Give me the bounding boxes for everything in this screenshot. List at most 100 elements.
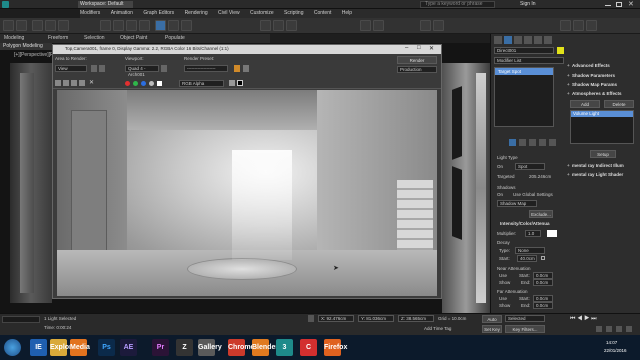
maxscript-listener[interactable] <box>2 316 40 323</box>
window-close-icon[interactable]: ✕ <box>628 0 634 9</box>
save-image-icon[interactable] <box>55 80 61 86</box>
align-icon[interactable] <box>373 20 384 31</box>
render-setup-small-icon[interactable] <box>234 65 240 72</box>
maximize-viewport-icon[interactable] <box>626 326 632 332</box>
ribbon-tab-modeling[interactable]: Modeling <box>4 35 24 41</box>
pan-icon[interactable] <box>606 326 612 332</box>
modify-tab-icon[interactable] <box>504 36 512 44</box>
rect-selection-icon[interactable] <box>126 20 137 31</box>
mirror-icon[interactable] <box>360 20 371 31</box>
menu-scripting[interactable]: Scripting <box>284 9 303 18</box>
red-channel-icon[interactable] <box>125 81 130 86</box>
targeted-checkbox[interactable]: Targeted <box>497 174 515 179</box>
taskbar-clock[interactable]: 14:07 <box>606 340 617 345</box>
copy-image-icon[interactable] <box>63 80 69 86</box>
alpha-channel-icon[interactable] <box>149 81 154 86</box>
near-start-spinner[interactable]: 0.0cm <box>533 272 553 279</box>
explorer-taskbar-icon[interactable]: Explorer <box>50 339 78 356</box>
clone-window-icon[interactable] <box>71 80 77 86</box>
z-coordinate-field[interactable]: Z: 38.565cm <box>398 315 434 322</box>
y-coordinate-field[interactable]: Y: 81.036cm <box>358 315 394 322</box>
advanced-effects-rollout[interactable]: Advanced Effects <box>566 62 640 70</box>
decay-show-checkbox[interactable] <box>541 256 545 260</box>
blue-channel-icon[interactable] <box>141 81 146 86</box>
menu-graph-editors[interactable]: Graph Editors <box>143 9 174 18</box>
workspace-dropdown[interactable]: Workspace: Default <box>78 1 133 8</box>
x-coordinate-field[interactable]: X: 92.476cm <box>318 315 354 322</box>
auto-region-icon[interactable] <box>99 65 105 72</box>
render-window-minimize-icon[interactable]: – <box>405 45 408 51</box>
monochrome-icon[interactable] <box>157 81 162 86</box>
play-animation-icon[interactable]: ⏮ ◀ ▶ ⏭ <box>570 316 597 323</box>
multiplier-spinner[interactable]: 1.0 <box>525 230 541 237</box>
green-channel-icon[interactable] <box>133 81 138 86</box>
select-scale-icon[interactable] <box>181 20 192 31</box>
channel-dropdown[interactable]: RGB Alpha <box>179 80 224 87</box>
set-key-button[interactable]: Set Key <box>482 325 502 333</box>
delete-effect-button[interactable]: Delete <box>604 100 634 108</box>
configure-sets-icon[interactable] <box>549 139 556 146</box>
bind-space-warp-icon[interactable] <box>58 20 69 31</box>
area-to-render-dropdown[interactable]: View <box>55 65 87 72</box>
window-minimize-icon[interactable] <box>605 5 611 6</box>
render-setup-icon[interactable] <box>560 20 571 31</box>
window-maximize-icon[interactable] <box>616 2 622 7</box>
render-window-titlebar[interactable]: Top,Camera001, frame 0, Display Gamma: 2… <box>53 45 441 54</box>
auto-key-button[interactable]: Auto Key <box>482 315 502 329</box>
effects-list-item[interactable]: Volume Light <box>571 111 633 117</box>
window-crossing-icon[interactable] <box>139 20 150 31</box>
environment-icon[interactable] <box>243 65 249 72</box>
shadow-type-dropdown[interactable]: Shadow Map <box>497 200 537 207</box>
material-editor-icon[interactable] <box>433 20 444 31</box>
light-on-checkbox[interactable]: On <box>497 164 503 169</box>
render-preset-dropdown[interactable]: ------------------- <box>184 65 228 72</box>
select-object-icon[interactable] <box>100 20 111 31</box>
shadow-parameters-rollout[interactable]: Shadow Parameters <box>566 72 640 80</box>
show-end-result-icon[interactable] <box>519 139 526 146</box>
production-dropdown[interactable]: Production <box>397 66 437 73</box>
angle-snap-icon[interactable] <box>273 20 284 31</box>
lock-selection-icon[interactable] <box>308 315 314 322</box>
ribbon-tab-selection[interactable]: Selection <box>84 35 105 41</box>
mental-ray-light-shader-rollout[interactable]: mental ray Light Shader <box>566 171 640 179</box>
edit-region-icon[interactable] <box>91 65 97 72</box>
ribbon-tab-populate[interactable]: Populate <box>165 35 185 41</box>
c-app-taskbar-icon[interactable]: C <box>300 339 317 356</box>
near-show-checkbox[interactable]: Show <box>499 280 510 285</box>
firefox-taskbar-icon[interactable]: Firefox <box>324 339 347 356</box>
shadow-map-params-rollout[interactable]: Shadow Map Params <box>566 81 640 89</box>
ribbon-tab-freeform[interactable]: Freeform <box>48 35 68 41</box>
shadows-on-checkbox[interactable]: On <box>497 192 503 197</box>
add-effect-button[interactable]: Add <box>570 100 600 108</box>
premiere-taskbar-icon[interactable]: Pr <box>152 339 169 356</box>
light-type-dropdown[interactable]: Spot <box>515 163 545 170</box>
blender-taskbar-icon[interactable]: Blender <box>252 339 278 356</box>
render-production-icon[interactable] <box>586 20 597 31</box>
undo-icon[interactable] <box>3 20 14 31</box>
percent-snap-icon[interactable] <box>286 20 297 31</box>
3dsmax-taskbar-icon[interactable]: 3 <box>276 339 293 356</box>
ribbon-tab-object-paint[interactable]: Object Paint <box>120 35 147 41</box>
decay-start-spinner[interactable]: 40.0cm <box>517 255 537 262</box>
far-show-checkbox[interactable]: Show <box>499 303 510 308</box>
motion-tab-icon[interactable] <box>524 36 532 44</box>
far-start-spinner[interactable]: 0.0cm <box>533 295 553 302</box>
taskbar-date[interactable]: 22/01/2016 <box>604 348 627 353</box>
redo-icon[interactable] <box>16 20 27 31</box>
print-image-icon[interactable] <box>79 80 85 86</box>
lock-viewport-icon[interactable] <box>161 65 167 72</box>
add-time-tag-button[interactable]: Add Time Tag <box>424 326 451 331</box>
menu-help[interactable]: Help <box>342 9 352 18</box>
zoom-icon[interactable] <box>596 326 602 332</box>
curve-editor-icon[interactable] <box>420 20 431 31</box>
after-effects-taskbar-icon[interactable]: AE <box>120 339 137 356</box>
key-filters-button[interactable]: Key Filters... <box>505 325 545 333</box>
object-name-field[interactable]: Direct001 <box>494 47 554 54</box>
orbit-icon[interactable] <box>616 326 622 332</box>
gallery-taskbar-icon[interactable]: Gallery <box>198 339 222 356</box>
pin-stack-icon[interactable] <box>509 139 516 146</box>
setup-button[interactable]: Setup <box>590 150 616 158</box>
hierarchy-tab-icon[interactable] <box>514 36 522 44</box>
link-icon[interactable] <box>32 20 43 31</box>
menu-modifiers[interactable]: Modifiers <box>80 9 100 18</box>
